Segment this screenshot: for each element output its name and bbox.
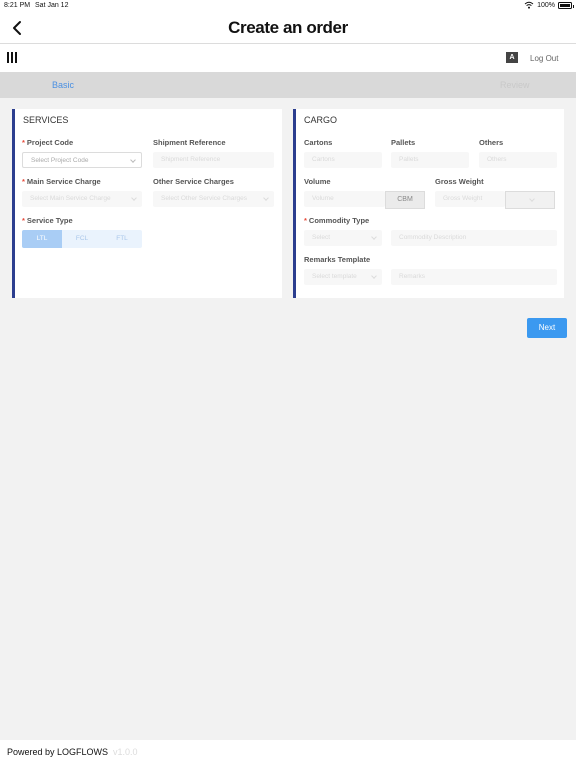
cargo-card: CARGO Cartons Cartons Pallets Pallets Ot… [293, 109, 564, 298]
commodity-type-label: * Commodity Type [304, 216, 370, 225]
menu-icon[interactable] [7, 52, 17, 63]
cartons-label: Cartons [304, 138, 333, 147]
commodity-description-input[interactable]: Commodity Description [391, 230, 557, 246]
nav-bar: Create an order [0, 12, 576, 44]
commodity-type-select[interactable]: Select [304, 230, 382, 246]
shipment-reference-input[interactable]: Shipment Reference [153, 152, 274, 168]
remarks-template-select[interactable]: Select template [304, 269, 382, 285]
pallets-label: Pallets [391, 138, 416, 147]
status-date: Sat Jan 12 [35, 2, 69, 9]
step-tabs: Basic Review [0, 72, 576, 98]
others-input[interactable]: Others [479, 152, 557, 168]
services-card: SERVICES * Project Code Select Project Co… [12, 109, 282, 298]
project-code-select[interactable]: Select Project Code [22, 152, 142, 168]
service-type-fcl[interactable]: FCL [62, 230, 102, 248]
gross-weight-label: Gross Weight [435, 177, 484, 186]
battery-icon [558, 1, 574, 9]
volume-label: Volume [304, 177, 331, 186]
toolbar: A Log Out [0, 44, 576, 72]
footer: Powered by LOGFLOWS v1.0.0 [0, 740, 576, 768]
volume-unit: CBM [385, 191, 425, 209]
cargo-title: CARGO [304, 115, 338, 125]
battery-fill [560, 3, 570, 7]
status-bar: 8:21 PM Sat Jan 12 100% [0, 0, 576, 12]
status-time: 8:21 PM [4, 2, 31, 9]
wifi-icon [524, 1, 534, 9]
service-type-ltl[interactable]: LTL [22, 230, 62, 248]
other-service-charges-label: Other Service Charges [153, 177, 234, 186]
weight-unit-select[interactable] [505, 191, 555, 209]
logout-button[interactable]: Log Out [530, 54, 558, 63]
next-button[interactable]: Next [527, 318, 567, 338]
main-service-charge-select[interactable]: Select Main Service Charge [22, 191, 142, 207]
page-title: Create an order [228, 18, 348, 37]
others-label: Others [479, 138, 504, 147]
status-right: 100% [524, 1, 574, 9]
cartons-input[interactable]: Cartons [304, 152, 382, 168]
remarks-template-label: Remarks Template [304, 255, 371, 264]
version-text: v1.0.0 [113, 747, 138, 757]
remarks-input[interactable]: Remarks [391, 269, 557, 285]
powered-by-text: Powered by LOGFLOWS [7, 747, 109, 757]
other-service-charges-select[interactable]: Select Other Service Charges [153, 191, 274, 207]
battery-percent: 100% [537, 1, 555, 9]
gross-weight-input[interactable]: Gross Weight [435, 191, 505, 207]
service-type-segmented: LTL FCL FTL [22, 230, 142, 248]
services-title: SERVICES [23, 115, 69, 125]
service-type-ftl[interactable]: FTL [102, 230, 142, 248]
main-service-charge-label: * Main Service Charge [22, 177, 101, 186]
pallets-input[interactable]: Pallets [391, 152, 469, 168]
tab-basic[interactable]: Basic [52, 80, 74, 90]
translate-icon[interactable]: A [506, 52, 518, 63]
service-type-label: * Service Type [22, 216, 73, 225]
volume-input[interactable]: Volume [304, 191, 385, 207]
project-code-label: * Project Code [22, 138, 74, 147]
tab-review[interactable]: Review [500, 80, 530, 90]
shipment-reference-label: Shipment Reference [153, 138, 226, 147]
